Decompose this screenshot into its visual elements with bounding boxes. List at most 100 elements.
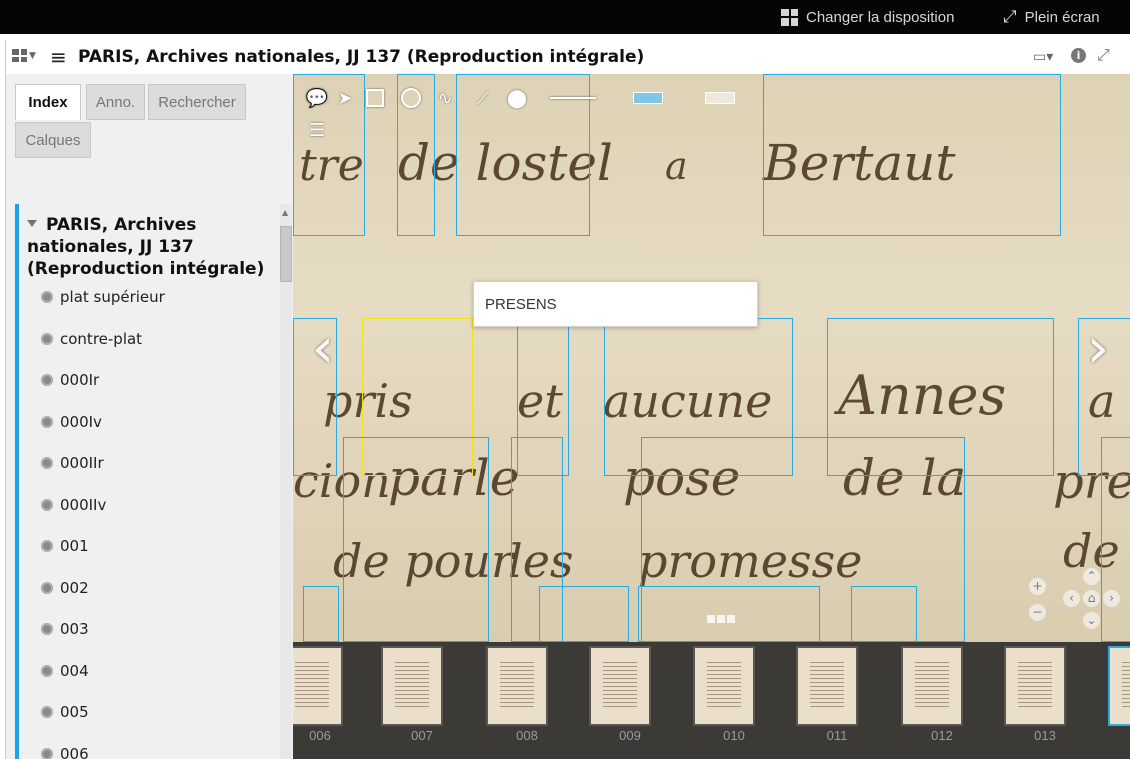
window-fullscreen-icon[interactable]: ⤢ <box>1097 45 1110 65</box>
annotation-box[interactable] <box>303 586 339 642</box>
list-item[interactable]: 004 <box>41 661 89 681</box>
image-options-icon[interactable]: ▭▾ <box>1033 49 1053 65</box>
list-item-label: 005 <box>60 703 89 721</box>
list-item[interactable]: 000Ir <box>41 370 99 390</box>
thumbnail-label: 008 <box>516 728 538 743</box>
list-item-label: 000IIr <box>60 454 104 472</box>
thumbnail-current[interactable] <box>1108 646 1130 726</box>
thumbnail-strip[interactable]: 006 007 008 009 010 011 012 013 <box>293 642 1130 759</box>
thumbnail[interactable] <box>901 646 963 726</box>
fullscreen-button[interactable]: ⤢ Plein écran <box>1003 0 1100 34</box>
window-title: PARIS, Archives nationales, JJ 137 (Repr… <box>78 47 645 67</box>
annotation-box[interactable] <box>763 74 1061 236</box>
manuscript-image[interactable]: tre de lostel a Bertaut pris et aucune A… <box>293 74 1130 642</box>
home-icon[interactable]: ⌂ <box>1083 590 1100 607</box>
list-item[interactable]: 002 <box>41 578 89 598</box>
thumbnail[interactable] <box>381 646 443 726</box>
thumbnail[interactable] <box>693 646 755 726</box>
list-item[interactable]: plat supérieur <box>41 287 165 307</box>
list-item-label: 003 <box>60 620 89 638</box>
tab-layers-label: Calques <box>25 131 81 149</box>
pan-down-icon[interactable]: ⌄ <box>1083 612 1100 629</box>
sidebar: Index Anno. Rechercher Calques PARIS, Ar… <box>6 74 294 759</box>
stroke-color-icon[interactable] <box>623 86 673 110</box>
list-item-label: 000IIv <box>60 496 107 514</box>
bullet-icon <box>41 457 53 469</box>
layout-grid-icon <box>781 8 798 26</box>
scrollbar-thumb[interactable] <box>280 226 292 282</box>
pan-up-icon[interactable]: ⌃ <box>1083 568 1100 585</box>
manuscript-word: a <box>665 144 688 188</box>
list-item[interactable]: 000IIv <box>41 495 106 515</box>
collapse-triangle-icon[interactable] <box>27 220 37 227</box>
change-layout-button[interactable]: Changer la disposition <box>781 0 954 34</box>
list-item[interactable]: 006 <box>41 744 89 759</box>
list-item-label: plat supérieur <box>60 288 165 306</box>
filmstrip-toggle-handle[interactable] <box>707 615 735 623</box>
list-item-label: 006 <box>60 745 89 759</box>
thumbnail[interactable] <box>589 646 651 726</box>
thumbnail-label: 013 <box>1034 728 1056 743</box>
bullet-icon <box>41 540 53 552</box>
list-item[interactable]: 000Iv <box>41 412 102 432</box>
info-icon[interactable]: i <box>1071 48 1086 63</box>
thumbnail[interactable] <box>486 646 548 726</box>
bullet-icon <box>41 706 53 718</box>
freehand-icon[interactable]: ∿ <box>433 86 457 110</box>
fill-color-icon[interactable] <box>695 86 745 110</box>
change-layout-label: Changer la disposition <box>806 8 955 26</box>
bullet-icon <box>41 582 53 594</box>
zoom-out-icon[interactable]: − <box>1029 604 1046 621</box>
thumbnail-label: 010 <box>723 728 745 743</box>
menu-icon[interactable]: ≡ <box>50 45 67 69</box>
line-style-icon[interactable] <box>545 86 601 110</box>
bullet-icon <box>41 291 53 303</box>
list-item[interactable]: 001 <box>41 536 89 556</box>
tree-root[interactable]: PARIS, Archives nationales, JJ 137 (Repr… <box>27 214 267 280</box>
annotation-box[interactable] <box>638 586 820 642</box>
polyline-icon[interactable]: ⟋ <box>471 86 495 110</box>
annotation-box[interactable] <box>1101 437 1130 642</box>
table-of-contents: PARIS, Archives nationales, JJ 137 (Repr… <box>15 204 285 759</box>
bullet-icon <box>41 333 53 345</box>
pointer-icon[interactable]: ➤ <box>333 86 357 110</box>
thumbnail[interactable] <box>1004 646 1066 726</box>
tree-root-label: PARIS, Archives nationales, JJ 137 (Repr… <box>27 215 265 279</box>
list-item[interactable]: 005 <box>41 702 89 722</box>
list-item-label: 001 <box>60 537 89 555</box>
list-item[interactable]: 000IIr <box>41 453 104 473</box>
fullscreen-label: Plein écran <box>1024 8 1100 26</box>
ellipse-icon[interactable] <box>399 86 423 110</box>
tab-annotations-label: Anno. <box>95 93 136 111</box>
pan-right-icon[interactable]: › <box>1103 590 1120 607</box>
bullet-icon <box>41 416 53 428</box>
thumbnail[interactable] <box>293 646 343 726</box>
window-layout-icon[interactable]: ▼ <box>12 49 36 62</box>
next-page-arrow-icon[interactable]: › <box>1078 321 1118 377</box>
sidebar-scrollbar[interactable]: ▲ <box>280 204 292 759</box>
pan-left-icon[interactable]: ‹ <box>1063 590 1080 607</box>
annotation-box[interactable] <box>851 586 917 642</box>
list-item[interactable]: 003 <box>41 619 89 639</box>
bullet-icon <box>41 748 53 759</box>
window-header: ▼ ≡ PARIS, Archives nationales, JJ 137 (… <box>6 40 1130 75</box>
tab-index[interactable]: Index <box>15 84 81 120</box>
bullet-icon <box>41 623 53 635</box>
pin-icon[interactable]: ⬤ <box>505 86 529 110</box>
tab-layers[interactable]: Calques <box>15 122 91 158</box>
annotation-box[interactable] <box>343 437 489 642</box>
list-item-label: 000Iv <box>60 413 102 431</box>
image-viewer[interactable]: tre de lostel a Bertaut pris et aucune A… <box>293 74 1130 759</box>
rectangle-icon[interactable] <box>363 86 387 110</box>
previous-page-arrow-icon[interactable]: ‹ <box>303 321 343 377</box>
tab-search[interactable]: Rechercher <box>148 84 246 120</box>
list-item-label: contre-plat <box>60 330 143 348</box>
thumbnail[interactable] <box>796 646 858 726</box>
comment-icon[interactable]: 💬 <box>305 86 329 110</box>
tab-index-label: Index <box>28 94 68 111</box>
settings-sliders-icon[interactable]: ☰ <box>305 118 329 142</box>
annotation-box[interactable] <box>539 586 629 642</box>
tab-annotations[interactable]: Anno. <box>86 84 145 120</box>
zoom-in-icon[interactable]: + <box>1029 578 1046 595</box>
list-item[interactable]: contre-plat <box>41 329 142 349</box>
